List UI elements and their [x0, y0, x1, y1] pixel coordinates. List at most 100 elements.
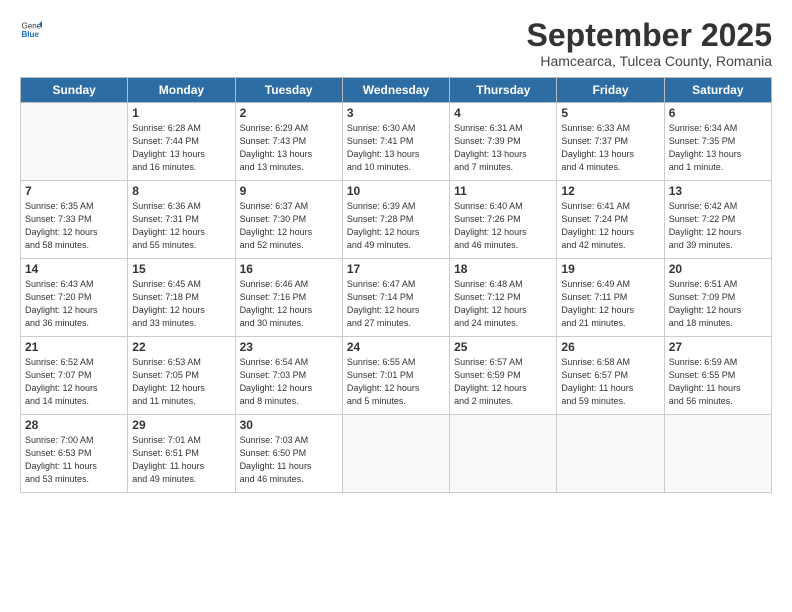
table-cell [21, 103, 128, 181]
day-info: Sunrise: 6:43 AMSunset: 7:20 PMDaylight:… [25, 278, 123, 330]
col-monday: Monday [128, 78, 235, 103]
logo: General Blue [20, 18, 42, 40]
day-number: 19 [561, 262, 659, 276]
day-info: Sunrise: 6:45 AMSunset: 7:18 PMDaylight:… [132, 278, 230, 330]
svg-text:General: General [21, 21, 42, 30]
table-cell: 1 Sunrise: 6:28 AMSunset: 7:44 PMDaylight… [128, 103, 235, 181]
table-cell: 8 Sunrise: 6:36 AMSunset: 7:31 PMDaylight… [128, 181, 235, 259]
table-cell: 22 Sunrise: 6:53 AMSunset: 7:05 PMDayligh… [128, 337, 235, 415]
table-cell: 15 Sunrise: 6:45 AMSunset: 7:18 PMDayligh… [128, 259, 235, 337]
day-info: Sunrise: 6:59 AMSunset: 6:55 PMDaylight:… [669, 356, 767, 408]
header: General Blue September 2025 Hamcearca, T… [20, 18, 772, 69]
day-number: 20 [669, 262, 767, 276]
col-wednesday: Wednesday [342, 78, 449, 103]
week-row-3: 14 Sunrise: 6:43 AMSunset: 7:20 PMDayligh… [21, 259, 772, 337]
week-row-4: 21 Sunrise: 6:52 AMSunset: 7:07 PMDayligh… [21, 337, 772, 415]
day-info: Sunrise: 6:57 AMSunset: 6:59 PMDaylight:… [454, 356, 552, 408]
calendar-table: Sunday Monday Tuesday Wednesday Thursday… [20, 77, 772, 493]
table-cell: 28 Sunrise: 7:00 AMSunset: 6:53 PMDayligh… [21, 415, 128, 493]
day-number: 4 [454, 106, 552, 120]
day-info: Sunrise: 6:49 AMSunset: 7:11 PMDaylight:… [561, 278, 659, 330]
day-info: Sunrise: 6:36 AMSunset: 7:31 PMDaylight:… [132, 200, 230, 252]
page: General Blue September 2025 Hamcearca, T… [0, 0, 792, 612]
table-cell: 14 Sunrise: 6:43 AMSunset: 7:20 PMDayligh… [21, 259, 128, 337]
day-number: 2 [240, 106, 338, 120]
day-info: Sunrise: 7:01 AMSunset: 6:51 PMDaylight:… [132, 434, 230, 486]
day-number: 25 [454, 340, 552, 354]
header-row: Sunday Monday Tuesday Wednesday Thursday… [21, 78, 772, 103]
col-friday: Friday [557, 78, 664, 103]
week-row-2: 7 Sunrise: 6:35 AMSunset: 7:33 PMDaylight… [21, 181, 772, 259]
day-info: Sunrise: 6:42 AMSunset: 7:22 PMDaylight:… [669, 200, 767, 252]
day-info: Sunrise: 6:48 AMSunset: 7:12 PMDaylight:… [454, 278, 552, 330]
table-cell [450, 415, 557, 493]
day-number: 1 [132, 106, 230, 120]
day-info: Sunrise: 6:51 AMSunset: 7:09 PMDaylight:… [669, 278, 767, 330]
table-cell: 17Sunrise: 6:47 AMSunset: 7:14 PMDayligh… [342, 259, 449, 337]
col-saturday: Saturday [664, 78, 771, 103]
table-cell: 12Sunrise: 6:41 AMSunset: 7:24 PMDayligh… [557, 181, 664, 259]
table-cell: 21 Sunrise: 6:52 AMSunset: 7:07 PMDayligh… [21, 337, 128, 415]
day-info: Sunrise: 6:41 AMSunset: 7:24 PMDaylight:… [561, 200, 659, 252]
table-cell: 26Sunrise: 6:58 AMSunset: 6:57 PMDayligh… [557, 337, 664, 415]
table-cell: 27 Sunrise: 6:59 AMSunset: 6:55 PMDayligh… [664, 337, 771, 415]
day-number: 7 [25, 184, 123, 198]
day-info: Sunrise: 7:00 AMSunset: 6:53 PMDaylight:… [25, 434, 123, 486]
table-cell: 29 Sunrise: 7:01 AMSunset: 6:51 PMDayligh… [128, 415, 235, 493]
col-tuesday: Tuesday [235, 78, 342, 103]
table-cell: 4 Sunrise: 6:31 AMSunset: 7:39 PMDaylight… [450, 103, 557, 181]
day-number: 29 [132, 418, 230, 432]
day-info: Sunrise: 6:29 AMSunset: 7:43 PMDaylight:… [240, 122, 338, 174]
table-cell: 6Sunrise: 6:34 AMSunset: 7:35 PMDaylight… [664, 103, 771, 181]
table-cell: 11Sunrise: 6:40 AMSunset: 7:26 PMDayligh… [450, 181, 557, 259]
day-number: 21 [25, 340, 123, 354]
day-info: Sunrise: 7:03 AMSunset: 6:50 PMDaylight:… [240, 434, 338, 486]
table-cell [557, 415, 664, 493]
day-info: Sunrise: 6:52 AMSunset: 7:07 PMDaylight:… [25, 356, 123, 408]
day-number: 9 [240, 184, 338, 198]
title-block: September 2025 Hamcearca, Tulcea County,… [527, 18, 772, 69]
day-number: 14 [25, 262, 123, 276]
day-number: 26 [561, 340, 659, 354]
day-info: Sunrise: 6:28 AMSunset: 7:44 PMDaylight:… [132, 122, 230, 174]
table-cell: 30 Sunrise: 7:03 AMSunset: 6:50 PMDayligh… [235, 415, 342, 493]
table-cell: 2 Sunrise: 6:29 AMSunset: 7:43 PMDaylight… [235, 103, 342, 181]
table-cell [342, 415, 449, 493]
day-number: 24 [347, 340, 445, 354]
day-info: Sunrise: 6:40 AMSunset: 7:26 PMDaylight:… [454, 200, 552, 252]
table-cell: 19 Sunrise: 6:49 AMSunset: 7:11 PMDayligh… [557, 259, 664, 337]
table-cell: 18Sunrise: 6:48 AMSunset: 7:12 PMDayligh… [450, 259, 557, 337]
table-cell: 13Sunrise: 6:42 AMSunset: 7:22 PMDayligh… [664, 181, 771, 259]
week-row-1: 1 Sunrise: 6:28 AMSunset: 7:44 PMDaylight… [21, 103, 772, 181]
table-cell: 10 Sunrise: 6:39 AMSunset: 7:28 PMDayligh… [342, 181, 449, 259]
day-number: 28 [25, 418, 123, 432]
week-row-5: 28 Sunrise: 7:00 AMSunset: 6:53 PMDayligh… [21, 415, 772, 493]
day-number: 10 [347, 184, 445, 198]
day-number: 27 [669, 340, 767, 354]
day-info: Sunrise: 6:39 AMSunset: 7:28 PMDaylight:… [347, 200, 445, 252]
table-cell: 7 Sunrise: 6:35 AMSunset: 7:33 PMDaylight… [21, 181, 128, 259]
day-number: 15 [132, 262, 230, 276]
table-cell: 5Sunrise: 6:33 AMSunset: 7:37 PMDaylight… [557, 103, 664, 181]
month-title: September 2025 [527, 18, 772, 53]
col-thursday: Thursday [450, 78, 557, 103]
table-cell: 9 Sunrise: 6:37 AMSunset: 7:30 PMDaylight… [235, 181, 342, 259]
day-info: Sunrise: 6:54 AMSunset: 7:03 PMDaylight:… [240, 356, 338, 408]
day-number: 30 [240, 418, 338, 432]
day-number: 23 [240, 340, 338, 354]
svg-text:Blue: Blue [21, 30, 39, 39]
day-info: Sunrise: 6:53 AMSunset: 7:05 PMDaylight:… [132, 356, 230, 408]
day-number: 8 [132, 184, 230, 198]
day-number: 22 [132, 340, 230, 354]
day-info: Sunrise: 6:35 AMSunset: 7:33 PMDaylight:… [25, 200, 123, 252]
day-number: 3 [347, 106, 445, 120]
table-cell: 3 Sunrise: 6:30 AMSunset: 7:41 PMDaylight… [342, 103, 449, 181]
day-info: Sunrise: 6:31 AMSunset: 7:39 PMDaylight:… [454, 122, 552, 174]
table-cell: 16Sunrise: 6:46 AMSunset: 7:16 PMDayligh… [235, 259, 342, 337]
day-number: 5 [561, 106, 659, 120]
day-info: Sunrise: 6:37 AMSunset: 7:30 PMDaylight:… [240, 200, 338, 252]
day-info: Sunrise: 6:47 AMSunset: 7:14 PMDaylight:… [347, 278, 445, 330]
day-info: Sunrise: 6:30 AMSunset: 7:41 PMDaylight:… [347, 122, 445, 174]
day-info: Sunrise: 6:55 AMSunset: 7:01 PMDaylight:… [347, 356, 445, 408]
logo-icon: General Blue [20, 18, 42, 40]
